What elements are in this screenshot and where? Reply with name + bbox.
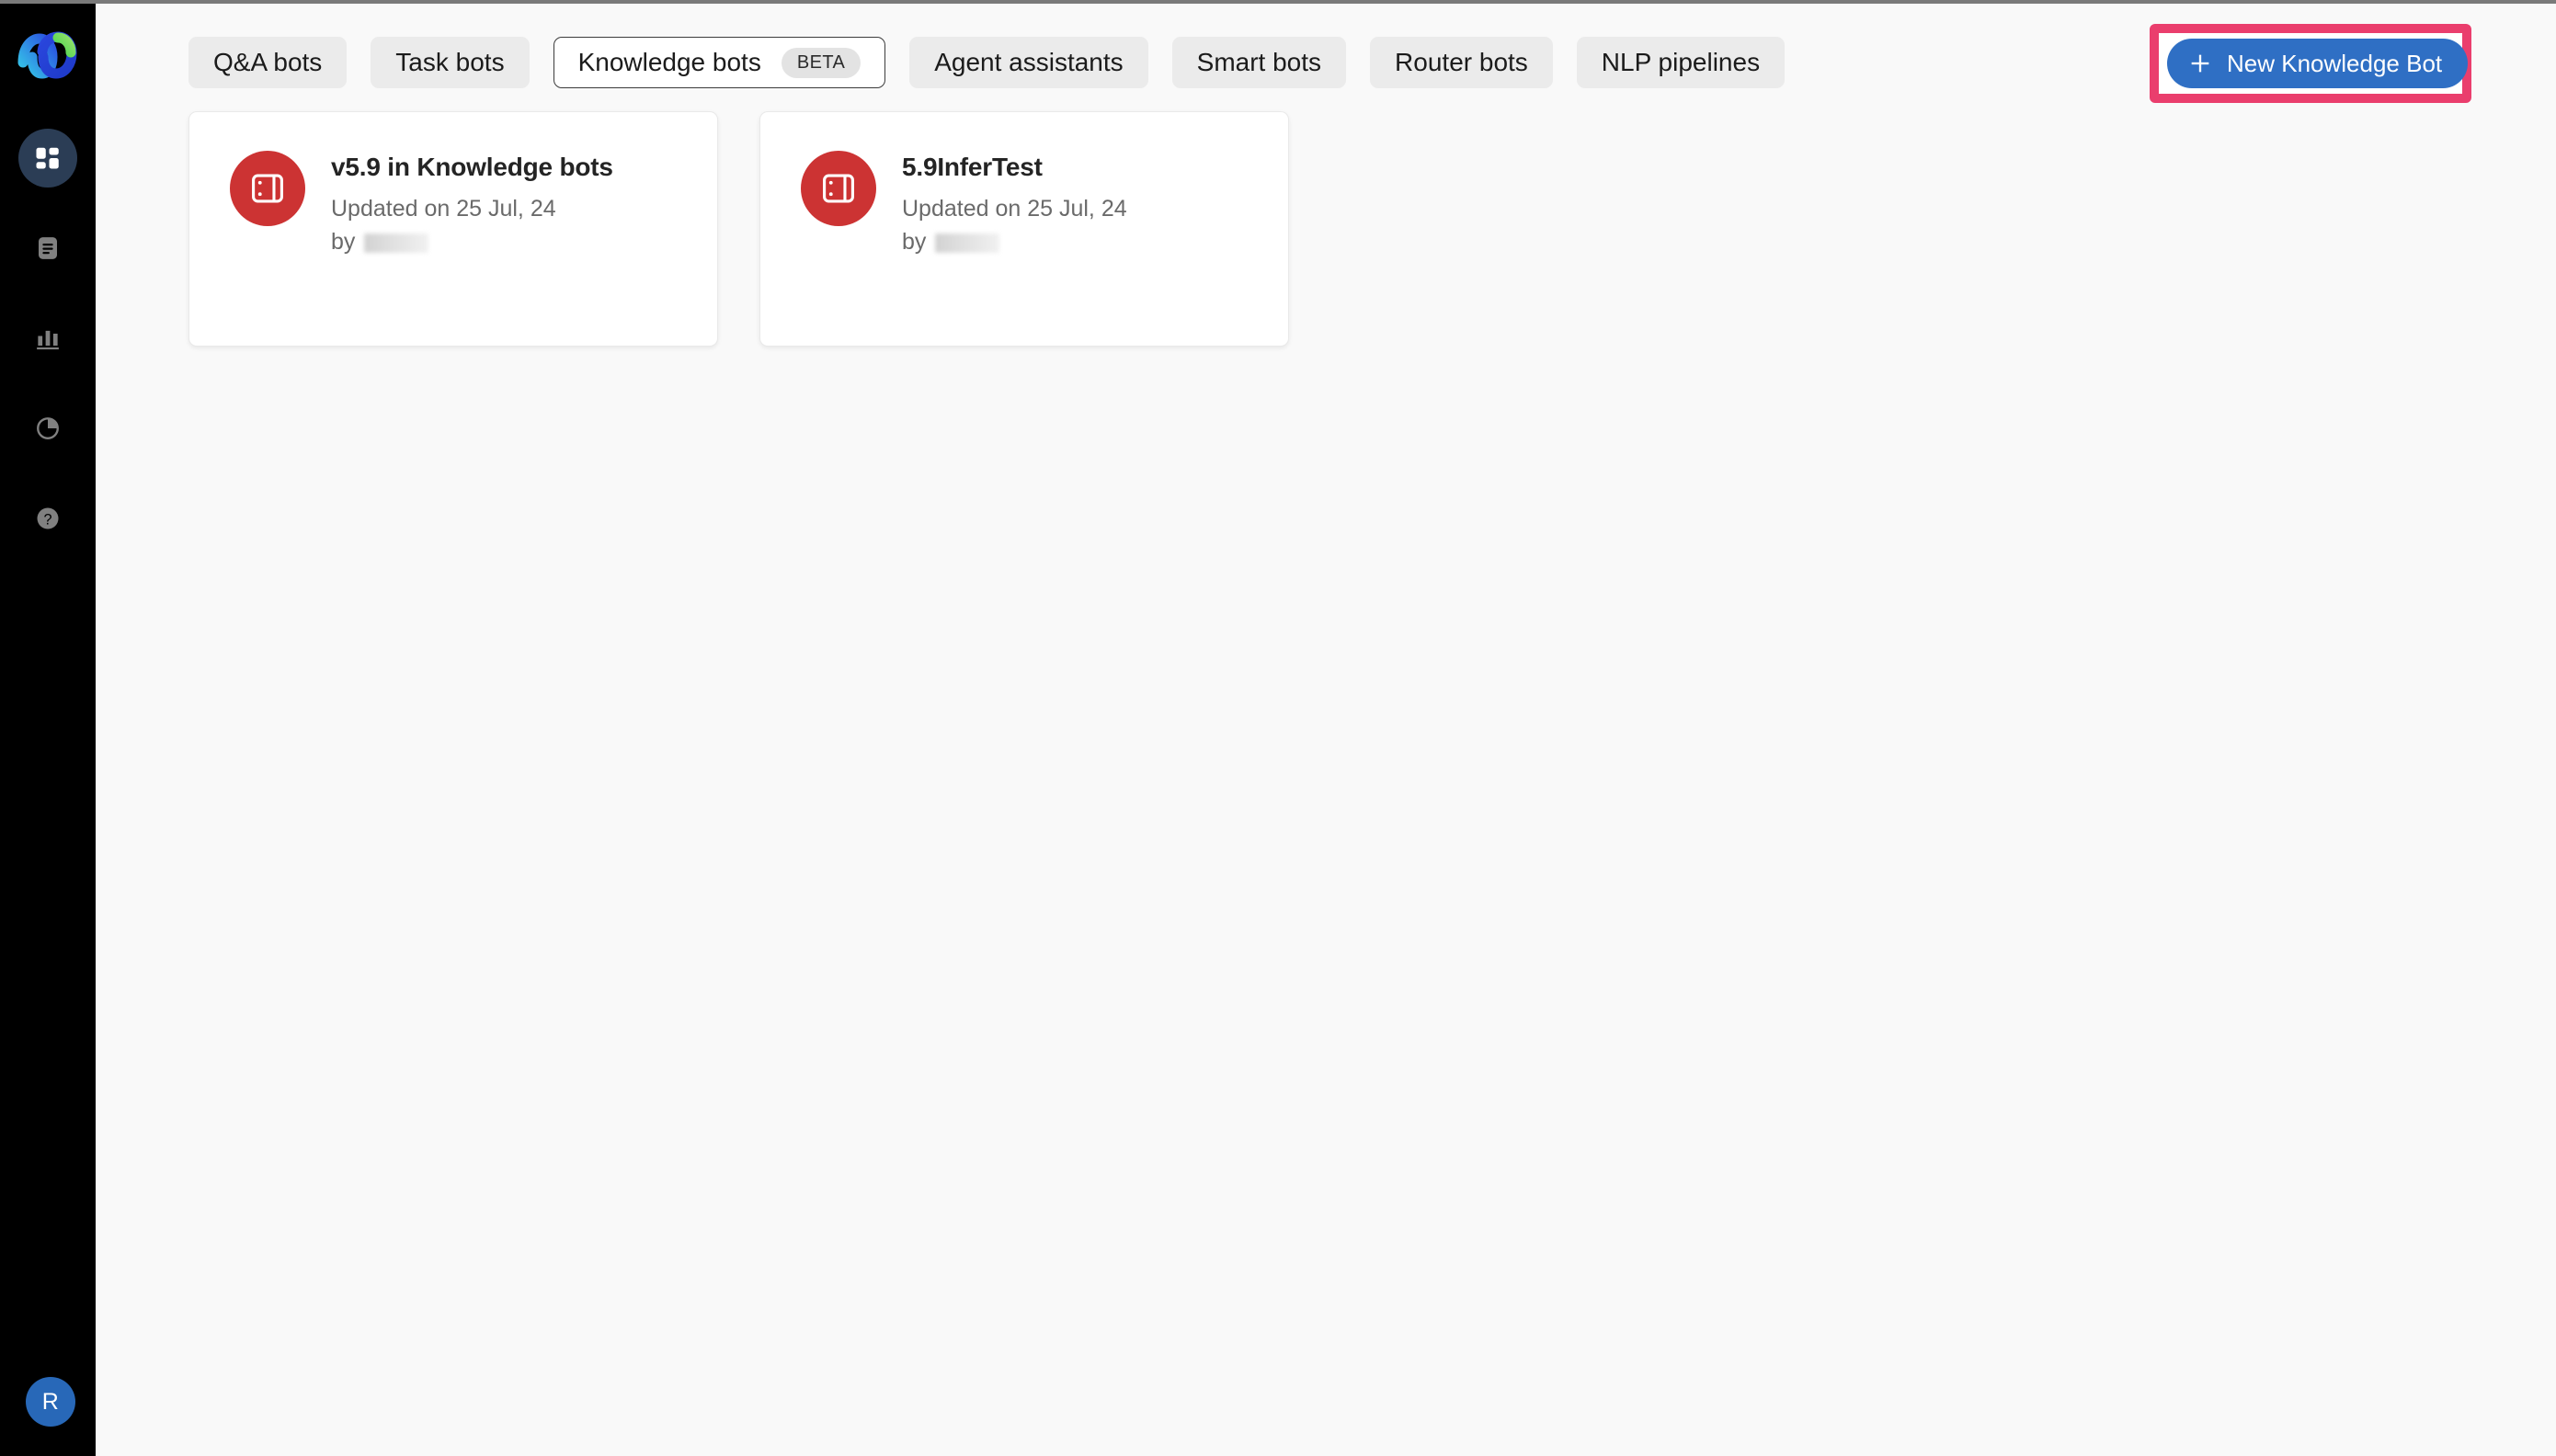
webex-logo-svg — [17, 31, 77, 79]
bot-card[interactable]: 5.9InferTest Updated on 25 Jul, 24 by — [759, 111, 1289, 347]
bot-title: 5.9InferTest — [902, 153, 1043, 181]
new-knowledge-bot-label: New Knowledge Bot — [2227, 50, 2443, 77]
sidebar-item-dashboard[interactable] — [18, 129, 77, 188]
bot-author: by — [331, 230, 613, 256]
beta-badge: BETA — [781, 47, 862, 78]
bot-updated: Updated on 25 Jul, 24 — [902, 195, 1127, 222]
topbar: Q&A bots Task bots Knowledge bots BETA A… — [96, 4, 2556, 103]
bot-author-label: by — [902, 229, 927, 256]
bot-meta: 5.9InferTest Updated on 25 Jul, 24 by — [902, 151, 1127, 346]
sidebar-item-reports[interactable] — [18, 399, 77, 458]
avatar-initial: R — [41, 1388, 60, 1415]
pie-chart-icon — [37, 417, 59, 439]
tab-label: Knowledge bots — [577, 48, 761, 76]
document-icon — [39, 237, 57, 259]
bot-card[interactable]: v5.9 in Knowledge bots Updated on 25 Jul… — [188, 111, 718, 347]
bar-chart-icon — [37, 330, 59, 350]
sidebar-item-help[interactable]: ? — [18, 489, 77, 548]
main-content: Q&A bots Task bots Knowledge bots BETA A… — [96, 4, 2556, 1456]
bot-meta: v5.9 in Knowledge bots Updated on 25 Jul… — [331, 151, 613, 346]
svg-text:?: ? — [43, 512, 51, 529]
help-question-icon: ? — [37, 507, 59, 529]
app-window: ? R Q&A bots Task bots Knowledge bots BE… — [0, 0, 2556, 1456]
bot-author-redacted — [364, 233, 429, 253]
tab-label: Router bots — [1395, 48, 1528, 76]
sidebar-nav: ? — [0, 129, 96, 548]
bot-author: by — [902, 230, 1127, 256]
new-knowledge-bot-button[interactable]: New Knowledge Bot — [2167, 39, 2469, 88]
tab-label: Q&A bots — [213, 48, 323, 76]
tab-label: NLP pipelines — [1601, 48, 1761, 76]
tab-knowledge-bots[interactable]: Knowledge bots BETA — [553, 37, 886, 88]
tab-label: Smart bots — [1196, 48, 1322, 76]
bot-updated: Updated on 25 Jul, 24 — [331, 195, 556, 222]
bot-author-redacted — [935, 233, 1000, 253]
knowledge-bot-icon — [252, 174, 283, 203]
bot-card-grid: v5.9 in Knowledge bots Updated on 25 Jul… — [188, 111, 1289, 347]
tab-smart-bots[interactable]: Smart bots — [1171, 37, 1347, 88]
tab-label: Agent assistants — [934, 48, 1124, 76]
knowledge-bot-icon — [823, 174, 854, 203]
sidebar: ? R — [0, 4, 96, 1456]
tab-router-bots[interactable]: Router bots — [1370, 37, 1553, 88]
bot-title: v5.9 in Knowledge bots — [331, 153, 613, 181]
tab-strip: Q&A bots Task bots Knowledge bots BETA A… — [188, 37, 1786, 88]
tab-task-bots[interactable]: Task bots — [371, 37, 530, 88]
dashboard-grid-icon — [36, 147, 59, 169]
bot-avatar — [801, 151, 876, 226]
bot-author-label: by — [331, 229, 356, 256]
sidebar-item-analytics[interactable] — [18, 309, 77, 368]
plus-icon — [2191, 54, 2209, 73]
tab-qa-bots[interactable]: Q&A bots — [188, 37, 348, 88]
bot-avatar — [230, 151, 305, 226]
avatar[interactable]: R — [26, 1377, 75, 1427]
tab-label: Task bots — [395, 48, 505, 76]
sidebar-item-documents[interactable] — [18, 219, 77, 278]
webex-logo-icon[interactable] — [17, 31, 78, 79]
tab-nlp-pipelines[interactable]: NLP pipelines — [1576, 37, 1786, 88]
tab-agent-assistants[interactable]: Agent assistants — [909, 37, 1148, 88]
